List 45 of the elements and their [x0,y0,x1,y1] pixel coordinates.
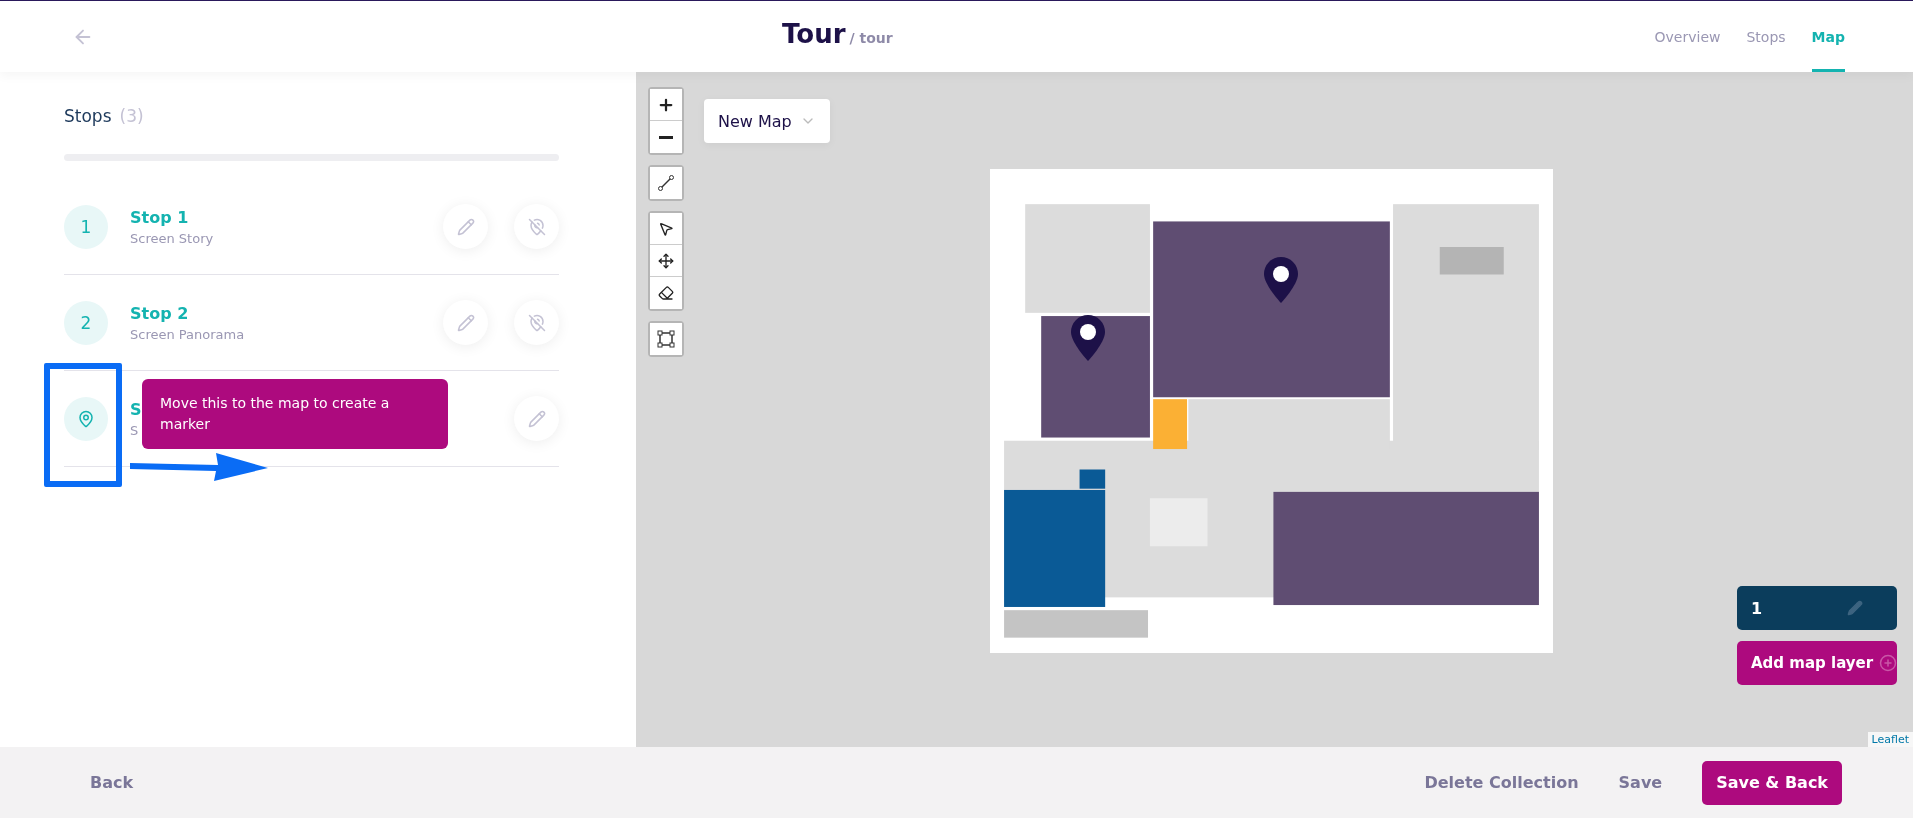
pencil-icon [1847,600,1863,616]
line-tool-button[interactable] [650,167,682,199]
stop-title[interactable]: Stop 2 [130,303,245,323]
pin-off-icon [527,217,546,236]
pencil-icon [527,409,546,428]
attribution-link[interactable]: Leaflet [1867,732,1913,747]
map-layer-button[interactable]: 1 [1737,586,1897,630]
stop-row[interactable]: S S Move this to the map to create a marker [64,371,559,467]
rectangle-tool-button[interactable] [650,323,682,355]
stops-heading: Stops [64,106,112,126]
stop-row[interactable]: 1 Stop 1 Screen Story [64,179,559,275]
stop-subtitle: Screen Story [130,230,214,246]
stop-number: 2 [64,300,108,345]
stop-row[interactable]: 2 Stop 2 Screen Panorama [64,275,559,371]
map-pin-icon[interactable] [1264,257,1299,304]
stop-title[interactable]: Stop 1 [130,207,214,227]
stop-number: 1 [64,204,108,249]
minus-icon [659,135,673,139]
back-link[interactable]: Back [90,773,134,792]
rectangle-icon [657,330,675,348]
save-back-button[interactable]: Save & Back [1702,760,1842,805]
pencil-icon [456,313,475,332]
tooltip: Move this to the map to create a marker [142,379,448,449]
map-select[interactable]: New Map [704,99,830,143]
delete-link[interactable]: Delete Collection [1424,773,1579,792]
pointer-icon [658,220,674,237]
zoom-in-button[interactable] [650,89,682,121]
page-subtitle: / tour [849,30,893,46]
save-link[interactable]: Save [1618,773,1663,792]
stop-subtitle: S [130,422,140,438]
pin-off-icon [527,313,546,332]
eraser-icon [658,285,674,301]
line-icon [657,174,675,192]
pencil-icon [456,217,475,236]
stop-subtitle: Screen Panorama [130,326,245,342]
pointer-tool-button[interactable] [650,213,682,245]
add-layer-button[interactable]: Add map layer [1737,641,1897,685]
plus-icon [1879,654,1898,672]
move-icon [658,252,674,269]
nav-tab[interactable]: Overview [1654,1,1721,72]
map-pin-icon[interactable] [1070,314,1105,361]
stop-title[interactable]: S [130,399,142,419]
stops-count: (3) [119,106,144,126]
page-title: Tour [782,19,846,49]
nav-tab[interactable]: Stops [1746,1,1786,72]
